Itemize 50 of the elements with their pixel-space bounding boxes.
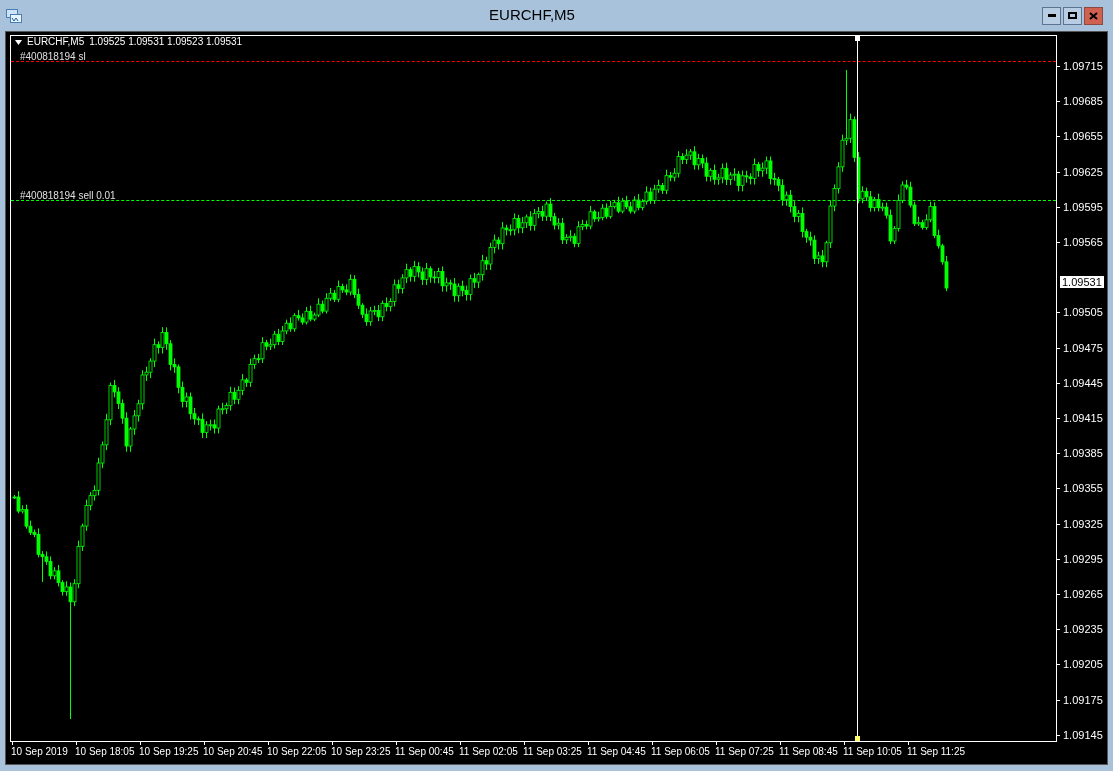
window-icon <box>6 8 22 23</box>
price-label: 1.09355 <box>1063 482 1103 495</box>
window-title: EURCHF,M5 <box>489 5 575 26</box>
minimize-icon <box>1047 14 1056 17</box>
price-label: 1.09595 <box>1063 200 1103 213</box>
price-label: 1.09505 <box>1063 306 1103 319</box>
price-label: 1.09175 <box>1063 693 1103 706</box>
time-label: 10 Sep 20:45 <box>203 746 263 758</box>
time-label: 11 Sep 07:25 <box>715 746 774 758</box>
chart-symbol: EURCHF,M5 <box>27 36 85 48</box>
handle-icon[interactable] <box>855 36 860 41</box>
time-label: 11 Sep 00:45 <box>395 746 454 758</box>
handle-icon[interactable] <box>855 736 860 741</box>
time-label: 11 Sep 11:25 <box>907 746 965 758</box>
price-label: 1.09415 <box>1063 412 1103 424</box>
time-label: 11 Sep 04:45 <box>587 746 646 758</box>
price-label: 1.09625 <box>1063 165 1103 178</box>
maximize-icon <box>1068 12 1077 19</box>
price-label: 1.09445 <box>1063 376 1103 389</box>
time-label: 10 Sep 19:25 <box>139 746 199 758</box>
price-label: 1.09715 <box>1063 60 1103 72</box>
price-label: 1.09385 <box>1063 447 1103 460</box>
price-label: 1.09655 <box>1063 130 1103 143</box>
time-label: 11 Sep 08:45 <box>779 746 838 758</box>
order-line-label: #400818194 sl <box>20 51 86 62</box>
price-label: 1.09325 <box>1063 517 1103 530</box>
minimize-button[interactable] <box>1042 6 1061 25</box>
time-label: 11 Sep 06:05 <box>651 746 710 758</box>
time-label: 11 Sep 02:05 <box>459 746 518 758</box>
order-line-label: #400818194 sell 0.01 <box>20 190 116 201</box>
time-label: 10 Sep 2019 <box>11 746 68 758</box>
price-label: 1.09235 <box>1063 623 1103 636</box>
time-label: 11 Sep 10:05 <box>843 746 902 758</box>
price-label: 1.09145 <box>1063 728 1103 741</box>
price-label: 1.09265 <box>1063 588 1103 600</box>
maximize-button[interactable] <box>1063 6 1082 25</box>
time-label: 10 Sep 22:05 <box>267 746 327 758</box>
price-label: 1.09685 <box>1063 95 1103 108</box>
current-price-tag: 1.09531 <box>1060 276 1104 288</box>
time-label: 10 Sep 23:25 <box>331 746 391 758</box>
close-button[interactable] <box>1084 6 1103 25</box>
price-label: 1.09205 <box>1063 658 1103 671</box>
price-label: 1.09295 <box>1063 552 1103 565</box>
price-label: 1.09565 <box>1063 236 1103 248</box>
ohlc-values: 1.09525 1.09531 1.09523 1.09531 <box>89 36 243 48</box>
price-label: 1.09475 <box>1063 341 1103 354</box>
time-label: 10 Sep 18:05 <box>75 746 135 758</box>
time-label: 11 Sep 03:25 <box>523 746 582 758</box>
close-icon <box>1089 11 1098 20</box>
dropdown-triangle-icon[interactable] <box>15 39 22 45</box>
